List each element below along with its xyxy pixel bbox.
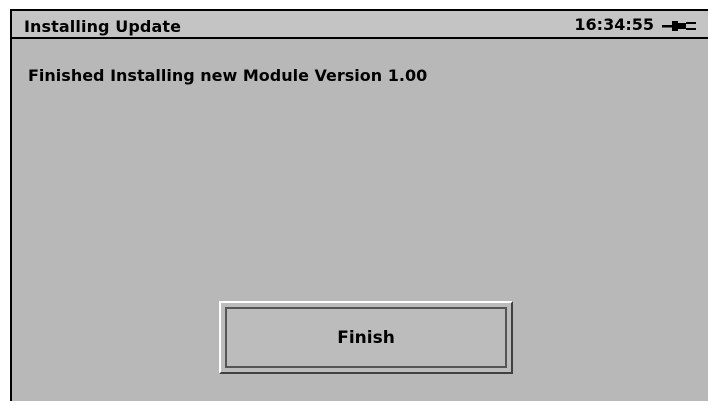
clock-time: 16:34:55: [574, 15, 654, 34]
device-screen: Installing Update 16:34:55 Finished Inst…: [10, 9, 708, 401]
ac-power-plug-icon: [662, 21, 696, 31]
title-bar: Installing Update 16:34:55: [12, 11, 708, 39]
finish-button-label: Finish: [337, 327, 395, 348]
status-message: Finished Installing new Module Version 1…: [28, 66, 428, 85]
window-title: Installing Update: [24, 17, 182, 36]
finish-button[interactable]: Finish: [219, 301, 513, 374]
finish-button-face: Finish: [225, 307, 507, 368]
